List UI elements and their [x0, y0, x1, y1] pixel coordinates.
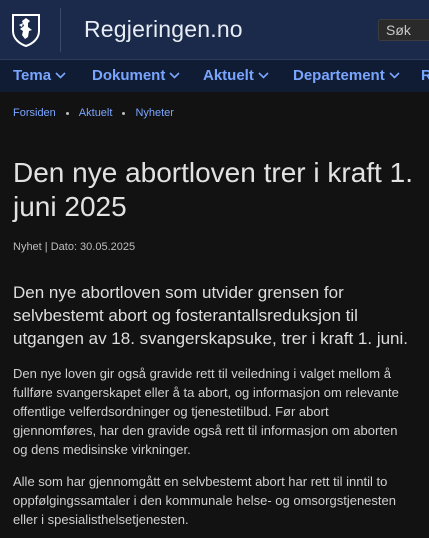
- breadcrumb-link-forsiden[interactable]: Forsiden: [13, 107, 56, 119]
- nav-item-r[interactable]: R: [421, 67, 429, 84]
- breadcrumb-separator: [65, 111, 69, 115]
- header-divider: [60, 8, 61, 52]
- breadcrumb-link-aktuelt[interactable]: Aktuelt: [79, 107, 113, 119]
- chevron-down-icon: [169, 72, 180, 79]
- site-header: Regjeringen.no Søk: [0, 0, 429, 60]
- page-title: Den nye abortloven trer i kraft 1. juni …: [13, 157, 413, 222]
- nav-item-label: Dokument: [92, 67, 166, 84]
- article-paragraph: Den nye loven gir også gravide rett til …: [13, 366, 399, 457]
- breadcrumb-link-nyheter[interactable]: Nyheter: [135, 107, 174, 119]
- article-lead: Den nye abortloven som utvider grensen f…: [13, 283, 409, 348]
- article-paragraph: Alle som har gjennomgått en selvbestemt …: [13, 474, 396, 527]
- nav-item-dokument[interactable]: Dokument: [92, 67, 180, 84]
- main-navigation: Tema Dokument Aktuelt Departement R: [0, 60, 429, 92]
- search-input[interactable]: Søk: [378, 19, 429, 41]
- chevron-down-icon: [258, 72, 269, 79]
- coat-of-arms-logo[interactable]: [11, 13, 41, 48]
- breadcrumb: Forsiden Aktuelt Nyheter: [13, 107, 174, 119]
- nav-item-label: R: [421, 67, 429, 84]
- nav-item-tema[interactable]: Tema: [13, 67, 66, 84]
- nav-item-label: Tema: [13, 67, 52, 84]
- chevron-down-icon: [389, 72, 400, 79]
- site-title[interactable]: Regjeringen.no: [84, 16, 243, 43]
- nav-item-label: Departement: [293, 67, 385, 84]
- nav-item-aktuelt[interactable]: Aktuelt: [203, 67, 269, 84]
- chevron-down-icon: [55, 72, 66, 79]
- nav-item-departement[interactable]: Departement: [293, 67, 400, 84]
- nav-item-label: Aktuelt: [203, 67, 254, 84]
- article-meta: Nyhet | Dato: 30.05.2025: [13, 241, 136, 253]
- breadcrumb-separator: [122, 111, 126, 115]
